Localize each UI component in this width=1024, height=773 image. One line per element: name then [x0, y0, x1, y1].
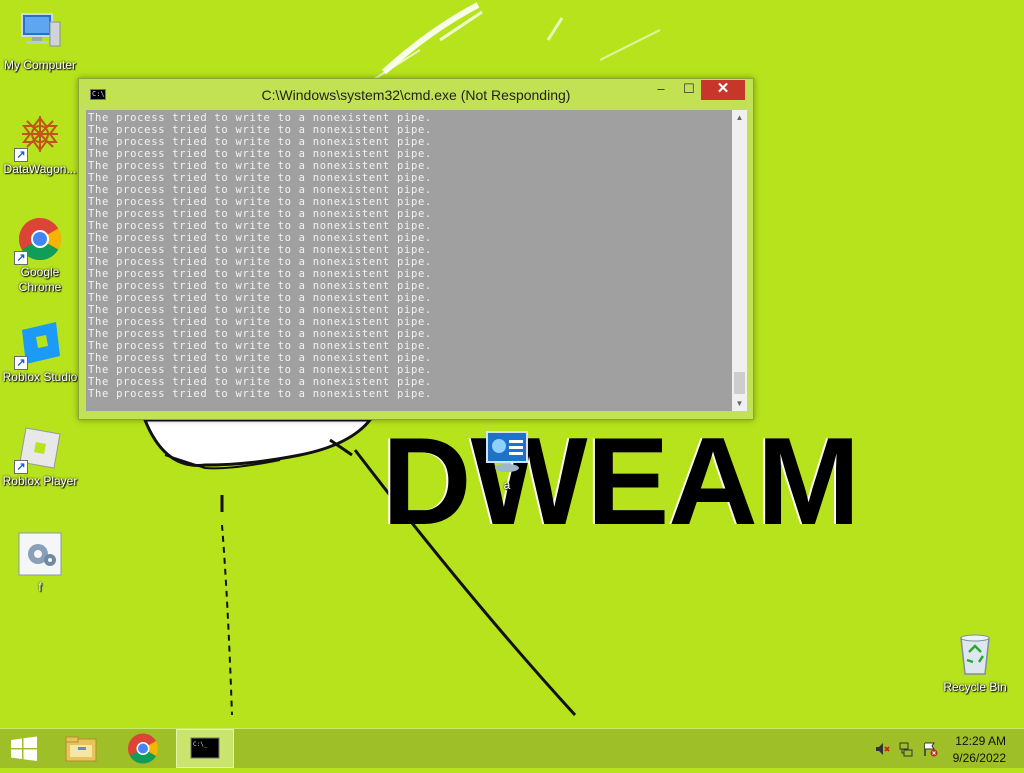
roblox-player-icon: ↗ — [14, 424, 64, 474]
scrollbar-thumb[interactable] — [734, 372, 745, 394]
console-line: The process tried to write to a nonexist… — [88, 376, 433, 388]
close-button[interactable]: ✕ — [701, 80, 745, 100]
desktop-icon-label: Roblox Studio — [2, 370, 78, 384]
console-line: The process tried to write to a nonexist… — [88, 280, 433, 292]
shortcut-arrow-icon: ↗ — [14, 356, 28, 370]
desktop-icon-label: My Computer — [3, 58, 77, 72]
maximize-button[interactable]: ☐ — [677, 80, 701, 100]
console-line: The process tried to write to a nonexist… — [88, 304, 433, 316]
taskbar-file-explorer[interactable] — [56, 729, 106, 768]
minimize-button[interactable]: – — [649, 80, 673, 100]
desktop-icon-f[interactable]: f — [0, 530, 80, 595]
vertical-scrollbar[interactable]: ▲ ▼ — [732, 110, 747, 411]
console-line: The process tried to write to a nonexist… — [88, 136, 433, 148]
desktop-icon-roblox-player[interactable]: ↗ Roblox Player — [0, 424, 80, 489]
console-line: The process tried to write to a nonexist… — [88, 352, 433, 364]
taskbar: C:\_ 12:29 AM 9/26/2022 — [0, 728, 1024, 768]
scroll-down-arrow-icon[interactable]: ▼ — [732, 396, 747, 411]
desktop-icon-label: a — [503, 478, 511, 492]
datawagon-icon: ↗ — [14, 112, 64, 162]
taskbar-cmd[interactable]: C:\_ — [176, 729, 234, 768]
cmd-window[interactable]: C:\ C:\Windows\system32\cmd.exe (Not Res… — [78, 78, 754, 420]
console-line: The process tried to write to a nonexist… — [88, 148, 433, 160]
desktop-icon-label: Recycle Bin — [943, 680, 1007, 694]
desktop-icon-label: Roblox Player — [2, 474, 78, 488]
console-line: The process tried to write to a nonexist… — [88, 268, 433, 280]
desktop-icon-roblox-studio[interactable]: ↗ Roblox Studio — [0, 320, 80, 385]
desktop-icon-my-computer[interactable]: My Computer — [0, 8, 80, 73]
shortcut-arrow-icon: ↗ — [14, 460, 28, 474]
console-line: The process tried to write to a nonexist… — [88, 364, 433, 376]
clock-time[interactable]: 12:29 AM — [926, 734, 1006, 748]
network-icon[interactable] — [898, 741, 914, 757]
console-output[interactable]: The process tried to write to a nonexist… — [86, 110, 732, 411]
console-line: The process tried to write to a nonexist… — [88, 340, 433, 352]
svg-text:C:\_: C:\_ — [193, 741, 208, 748]
taskbar-chrome[interactable] — [118, 729, 168, 768]
console-line: The process tried to write to a nonexist… — [88, 208, 433, 220]
start-button[interactable] — [0, 729, 48, 768]
wallpaper-dweam-text: DWEAM — [382, 413, 860, 551]
shortcut-arrow-icon: ↗ — [14, 148, 28, 162]
console-line: The process tried to write to a nonexist… — [88, 184, 433, 196]
console-line: The process tried to write to a nonexist… — [88, 196, 433, 208]
scroll-up-arrow-icon[interactable]: ▲ — [732, 110, 747, 125]
console-line: The process tried to write to a nonexist… — [88, 388, 433, 400]
chrome-icon — [128, 733, 159, 764]
shortcut-arrow-icon: ↗ — [14, 251, 28, 265]
recycle-bin-icon — [951, 630, 999, 678]
console-line: The process tried to write to a nonexist… — [88, 244, 433, 256]
windows-logo-icon — [11, 736, 37, 761]
desktop-icon-a[interactable]: a — [467, 428, 547, 493]
roblox-studio-icon: ↗ — [14, 320, 64, 370]
desktop-icon-google-chrome[interactable]: ↗ Google Chrome — [0, 215, 80, 295]
console-line: The process tried to write to a nonexist… — [88, 160, 433, 172]
cmd-icon: C:\_ — [190, 737, 220, 759]
console-line: The process tried to write to a nonexist… — [88, 172, 433, 184]
settings-file-icon — [16, 530, 64, 578]
desktop-icon-label: Google Chrome — [18, 265, 62, 294]
console-lines: The process tried to write to a nonexist… — [86, 110, 732, 400]
console-line: The process tried to write to a nonexist… — [88, 112, 433, 124]
console-line: The process tried to write to a nonexist… — [88, 232, 433, 244]
console-line: The process tried to write to a nonexist… — [88, 328, 433, 340]
desktop-icon-datawagon[interactable]: ↗ DataWagon... — [0, 112, 80, 177]
volume-muted-icon[interactable] — [874, 741, 890, 757]
desktop-icon-recycle-bin[interactable]: Recycle Bin — [935, 630, 1015, 695]
control-panel-icon — [483, 428, 531, 476]
clock-date[interactable]: 9/26/2022 — [926, 751, 1006, 765]
console-line: The process tried to write to a nonexist… — [88, 292, 433, 304]
computer-icon — [16, 8, 64, 56]
console-line: The process tried to write to a nonexist… — [88, 256, 433, 268]
file-explorer-icon — [65, 736, 97, 762]
chrome-icon: ↗ — [14, 215, 64, 265]
window-titlebar[interactable]: C:\ C:\Windows\system32\cmd.exe (Not Res… — [79, 79, 753, 109]
console-line: The process tried to write to a nonexist… — [88, 124, 433, 136]
desktop-icon-label: f — [38, 580, 42, 594]
desktop-icon-label: DataWagon... — [3, 162, 77, 176]
console-line: The process tried to write to a nonexist… — [88, 220, 433, 232]
console-line: The process tried to write to a nonexist… — [88, 316, 433, 328]
